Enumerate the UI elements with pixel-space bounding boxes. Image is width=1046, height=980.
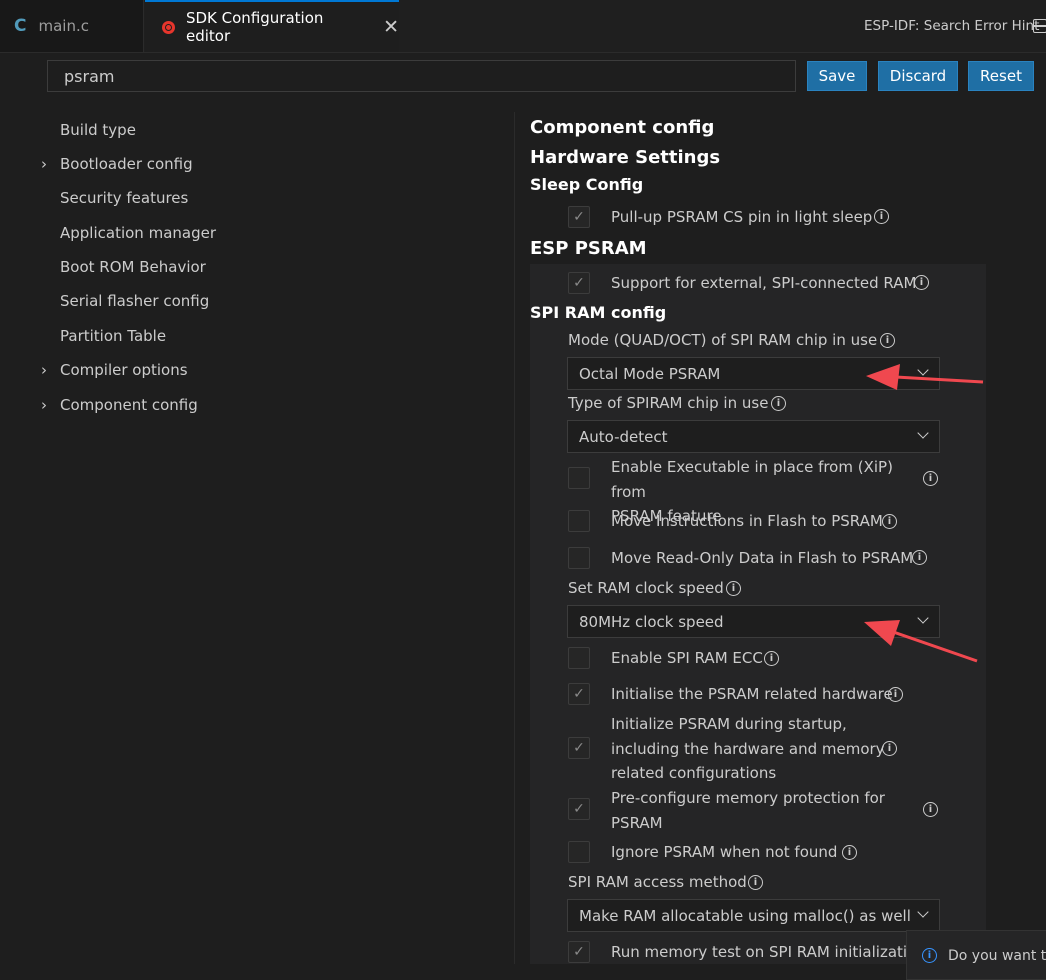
ram-clock-select-value: 80MHz clock speed <box>579 612 724 631</box>
chevron-right-icon[interactable]: › <box>41 396 47 414</box>
init-psram-startup-checkbox[interactable]: ✓ <box>568 737 590 759</box>
tab-sdk-configuration-editor[interactable]: SDK Configuration editor ✕ <box>145 0 399 52</box>
move-instructions-checkbox[interactable] <box>568 510 590 532</box>
access-method-select[interactable]: Make RAM allocatable using malloc() as w… <box>567 899 940 932</box>
save-button[interactable]: Save <box>807 61 867 91</box>
tab-label: SDK Configuration editor <box>185 9 324 45</box>
pullup-psram-cs-label: Pull-up PSRAM CS pin in light sleep <box>611 208 873 226</box>
info-icon[interactable]: i <box>882 741 897 756</box>
preconfigure-memprot-checkbox[interactable]: ✓ <box>568 798 590 820</box>
sidebar-item-bootloader-config[interactable]: Bootloader config <box>60 155 193 173</box>
access-method-select-value: Make RAM allocatable using malloc() as w… <box>579 906 911 925</box>
pane-divider[interactable] <box>514 112 515 964</box>
preconfigure-memprot-label: Pre-configure memory protection for PSRA… <box>611 786 891 835</box>
split-editor-icon[interactable] <box>1033 19 1046 33</box>
info-icon[interactable]: i <box>726 581 741 596</box>
sidebar-item-serial-flasher-config[interactable]: Serial flasher config <box>60 292 209 310</box>
tab-label: main.c <box>38 17 89 35</box>
pullup-psram-cs-checkbox[interactable]: ✓ <box>568 206 590 228</box>
ram-clock-label: Set RAM clock speed <box>568 579 724 597</box>
info-icon[interactable]: i <box>914 275 929 290</box>
move-rodata-checkbox[interactable] <box>568 547 590 569</box>
memory-test-label: Run memory test on SPI RAM initializatio… <box>611 943 926 961</box>
search-error-hint-link[interactable]: ESP-IDF: Search Error Hint <box>864 18 1039 34</box>
spiram-type-select-value: Auto-detect <box>579 427 668 446</box>
mode-label: Mode (QUAD/OCT) of SPI RAM chip in use <box>568 331 878 349</box>
move-rodata-label: Move Read-Only Data in Flash to PSRAM <box>611 549 914 567</box>
heading-spi-ram-config: SPI RAM config <box>530 303 667 322</box>
info-icon[interactable]: i <box>923 471 938 486</box>
info-icon[interactable]: i <box>888 687 903 702</box>
heading-esp-psram: ESP PSRAM <box>530 238 647 259</box>
label-line: Enable Executable in place from (XiP) fr… <box>611 458 893 501</box>
memory-test-checkbox[interactable]: ✓ <box>568 941 590 963</box>
label-line: Pre-configure memory protection for <box>611 789 885 807</box>
editor-tab-bar: C main.c SDK Configuration editor ✕ ESP-… <box>0 0 1046 53</box>
c-language-icon: C <box>14 16 27 36</box>
spiram-type-select[interactable]: Auto-detect <box>567 420 940 453</box>
info-icon[interactable]: i <box>842 845 857 860</box>
label-line: including the hardware and memory <box>611 739 885 758</box>
move-instructions-label: Move Instructions in Flash to PSRAM <box>611 512 883 530</box>
heading-hardware-settings: Hardware Settings <box>530 147 721 168</box>
info-icon[interactable]: i <box>882 514 897 529</box>
support-external-ram-label: Support for external, SPI-connected RAM <box>611 274 917 292</box>
notification-text: Do you want to <box>948 948 1046 964</box>
spi-ram-ecc-label: Enable SPI RAM ECC <box>611 649 763 667</box>
sidebar-item-application-manager[interactable]: Application manager <box>60 224 216 242</box>
spiram-type-label: Type of SPIRAM chip in use <box>568 394 769 412</box>
sidebar-item-component-config[interactable]: Component config <box>60 396 198 414</box>
ram-clock-select[interactable]: 80MHz clock speed <box>567 605 940 638</box>
info-icon[interactable]: i <box>764 651 779 666</box>
tab-main-c[interactable]: C main.c <box>0 0 144 52</box>
chevron-right-icon[interactable]: › <box>41 361 47 379</box>
chevron-down-icon <box>917 612 929 624</box>
info-icon: i <box>922 948 937 963</box>
reset-button[interactable]: Reset <box>968 61 1034 91</box>
chevron-down-icon <box>917 427 929 439</box>
sidebar-item-compiler-options[interactable]: Compiler options <box>60 361 188 379</box>
heading-component-config: Component config <box>530 117 715 138</box>
spi-ram-ecc-checkbox[interactable] <box>568 647 590 669</box>
mode-select[interactable]: Octal Mode PSRAM <box>567 357 940 390</box>
support-external-ram-checkbox[interactable]: ✓ <box>568 272 590 294</box>
info-icon[interactable]: i <box>748 875 763 890</box>
info-icon[interactable]: i <box>923 802 938 817</box>
init-psram-startup-label: Initialize PSRAM during startup, includi… <box>611 712 886 786</box>
info-icon[interactable]: i <box>874 209 889 224</box>
label-line: related configurations <box>611 764 777 782</box>
mode-select-value: Octal Mode PSRAM <box>579 364 721 383</box>
search-input[interactable] <box>47 60 796 92</box>
label-line: PSRAM <box>611 813 663 832</box>
sidebar-item-build-type[interactable]: Build type <box>60 121 136 139</box>
info-icon[interactable]: i <box>912 550 927 565</box>
close-icon[interactable]: ✕ <box>383 16 399 38</box>
notification-toast[interactable]: i Do you want to <box>906 930 1046 980</box>
chevron-down-icon <box>917 364 929 376</box>
init-psram-hw-label: Initialise the PSRAM related hardware <box>611 685 893 703</box>
init-psram-hw-checkbox[interactable]: ✓ <box>568 683 590 705</box>
sidebar-item-boot-rom-behavior[interactable]: Boot ROM Behavior <box>60 258 206 276</box>
ignore-psram-label: Ignore PSRAM when not found <box>611 843 838 861</box>
ignore-psram-checkbox[interactable] <box>568 841 590 863</box>
heading-sleep-config: Sleep Config <box>530 175 644 194</box>
discard-button[interactable]: Discard <box>878 61 958 91</box>
sidebar-item-security-features[interactable]: Security features <box>60 189 188 207</box>
info-icon[interactable]: i <box>880 333 895 348</box>
sidebar-item-partition-table[interactable]: Partition Table <box>60 327 166 345</box>
info-icon[interactable]: i <box>771 396 786 411</box>
label-line: Initialize PSRAM during startup, <box>611 715 847 733</box>
xip-psram-checkbox[interactable] <box>568 467 590 489</box>
espressif-icon <box>162 20 175 34</box>
chevron-right-icon[interactable]: › <box>41 155 47 173</box>
chevron-down-icon <box>917 906 929 918</box>
access-method-label: SPI RAM access method <box>568 873 747 891</box>
